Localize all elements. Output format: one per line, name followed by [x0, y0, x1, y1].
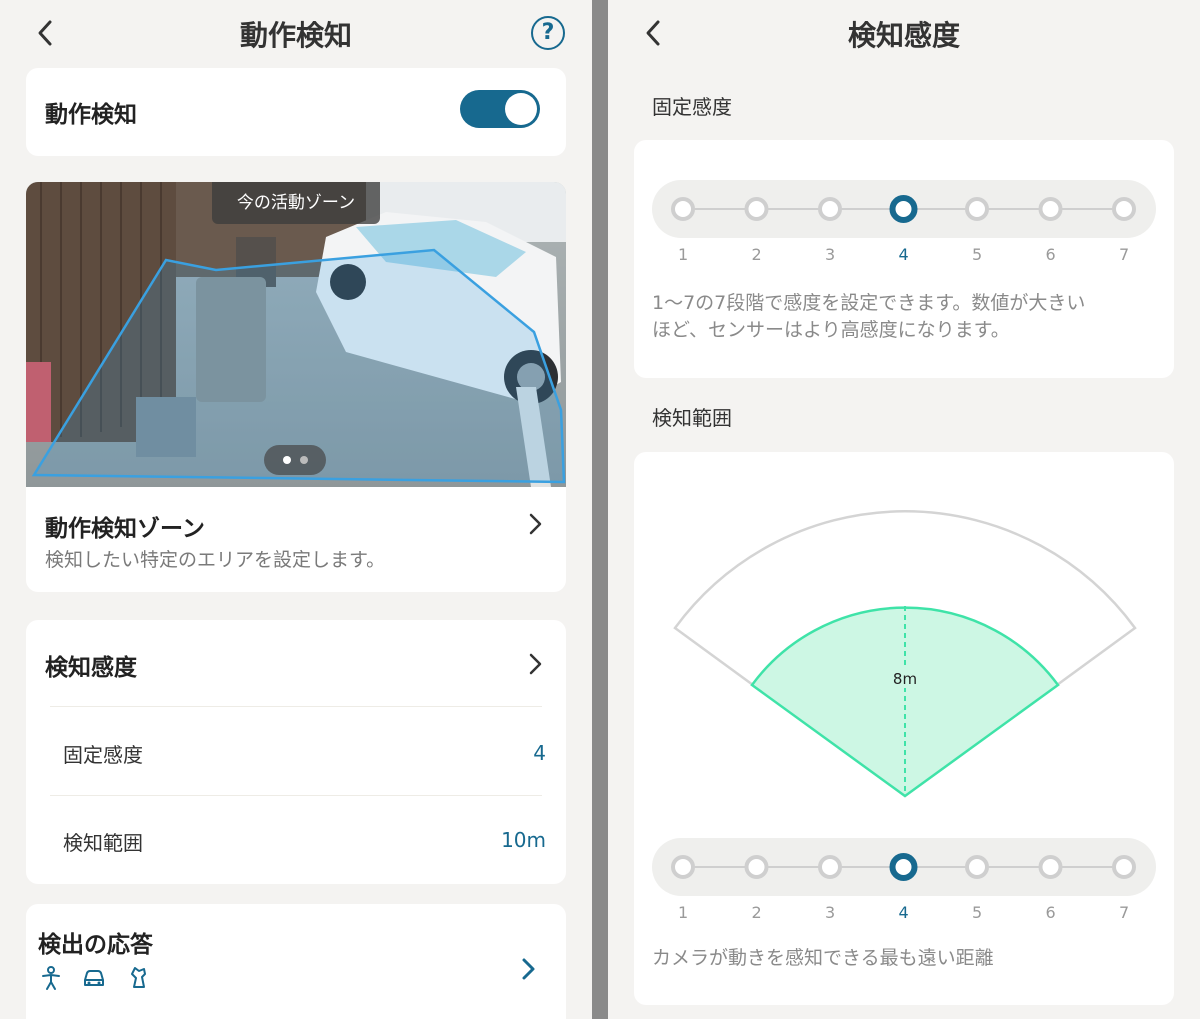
fixed-sensitivity-slider[interactable]	[652, 180, 1156, 238]
slider-step[interactable]	[965, 197, 989, 221]
scale-label: 1	[678, 245, 689, 264]
zone-description: 検知したい特定のエリアを設定します。	[45, 549, 386, 571]
scale-label: 1	[678, 903, 689, 922]
dot-active	[283, 456, 291, 464]
scale-label: 3	[825, 903, 836, 922]
fixed-sensitivity-value: 4	[533, 741, 546, 765]
detection-range-slider[interactable]	[652, 838, 1156, 896]
detection-range-label: 検知範囲	[63, 831, 143, 855]
chevron-right-icon[interactable]	[518, 956, 538, 982]
scale-label: 6	[1045, 903, 1056, 922]
detection-range-section-label: 検知範囲	[652, 406, 732, 430]
slider-track[interactable]	[652, 838, 1156, 896]
fixed-sensitivity-label: 固定感度	[63, 743, 143, 767]
slider-step[interactable]	[671, 855, 695, 879]
slider-step[interactable]	[1038, 197, 1063, 221]
slider-track[interactable]	[652, 180, 1156, 238]
range-distance-label: 8m	[893, 670, 917, 688]
scale-label: 3	[825, 245, 836, 264]
car-icon	[84, 970, 104, 986]
screen: 動作検知 ? 動作検知 今の活動ゾーン 動作検知ゾーン 検知したい特定のエリアを…	[0, 0, 1200, 1019]
scale-label: 4	[898, 245, 909, 264]
zone-title: 動作検知ゾーン	[45, 516, 205, 542]
slider-step[interactable]	[744, 855, 769, 879]
help-icon[interactable]: ?	[531, 16, 565, 50]
detection-response-title: 検出の応答	[38, 932, 153, 958]
motion-toggle[interactable]	[460, 90, 540, 128]
dot-inactive	[300, 456, 308, 464]
motion-detection-screen: 動作検知 ? 動作検知 今の活動ゾーン 動作検知ゾーン 検知したい特定のエリアを…	[0, 0, 592, 1019]
fixed-sensitivity-desc-2: ほど、センサーはより高感度になります。	[652, 319, 1010, 341]
fixed-sensitivity-section-label: 固定感度	[652, 95, 732, 119]
slider-step-selected[interactable]	[889, 853, 918, 881]
slider-step[interactable]	[671, 197, 695, 221]
animal-icon	[131, 967, 146, 988]
slider-step[interactable]	[1112, 197, 1136, 221]
slider-step-selected[interactable]	[889, 195, 918, 223]
detection-response-card[interactable]	[26, 904, 566, 1019]
person-icon	[42, 966, 60, 990]
chevron-right-icon[interactable]	[525, 511, 545, 537]
detection-range-value: 10m	[501, 828, 546, 852]
slider-step[interactable]	[965, 855, 989, 879]
sensitivity-title[interactable]: 検知感度	[45, 648, 137, 682]
slider-step[interactable]	[818, 855, 842, 879]
scale-label: 4	[898, 903, 909, 922]
slider-step[interactable]	[818, 197, 842, 221]
motion-toggle-label: 動作検知	[45, 102, 137, 128]
scale-label: 7	[1119, 903, 1130, 922]
slider-step[interactable]	[744, 197, 769, 221]
panel-divider	[592, 0, 608, 1019]
scale-label: 5	[972, 245, 983, 264]
range-diagram: 8m	[673, 510, 1137, 798]
divider	[50, 795, 542, 796]
detection-range-desc: カメラが動きを感知できる最も遠い距離	[652, 947, 994, 969]
fixed-sensitivity-desc-1: 1〜7の7段階で感度を設定できます。数値が大きい	[652, 292, 1086, 314]
chevron-right-icon[interactable]	[525, 651, 545, 677]
carousel-dots[interactable]	[264, 445, 326, 475]
divider	[50, 706, 542, 707]
camera-snapshot	[26, 182, 566, 487]
scale-label: 2	[751, 903, 762, 922]
scale-label: 5	[972, 903, 983, 922]
active-zone-tag: 今の活動ゾーン	[212, 182, 380, 224]
scale-label: 7	[1119, 245, 1130, 264]
scale-label: 2	[751, 245, 762, 264]
page-title: 動作検知	[239, 19, 352, 52]
page-title: 検知感度	[847, 19, 960, 52]
slider-step[interactable]	[1112, 855, 1136, 879]
slider-step[interactable]	[1038, 855, 1063, 879]
toggle-knob	[505, 93, 537, 125]
scale-label: 6	[1045, 245, 1056, 264]
